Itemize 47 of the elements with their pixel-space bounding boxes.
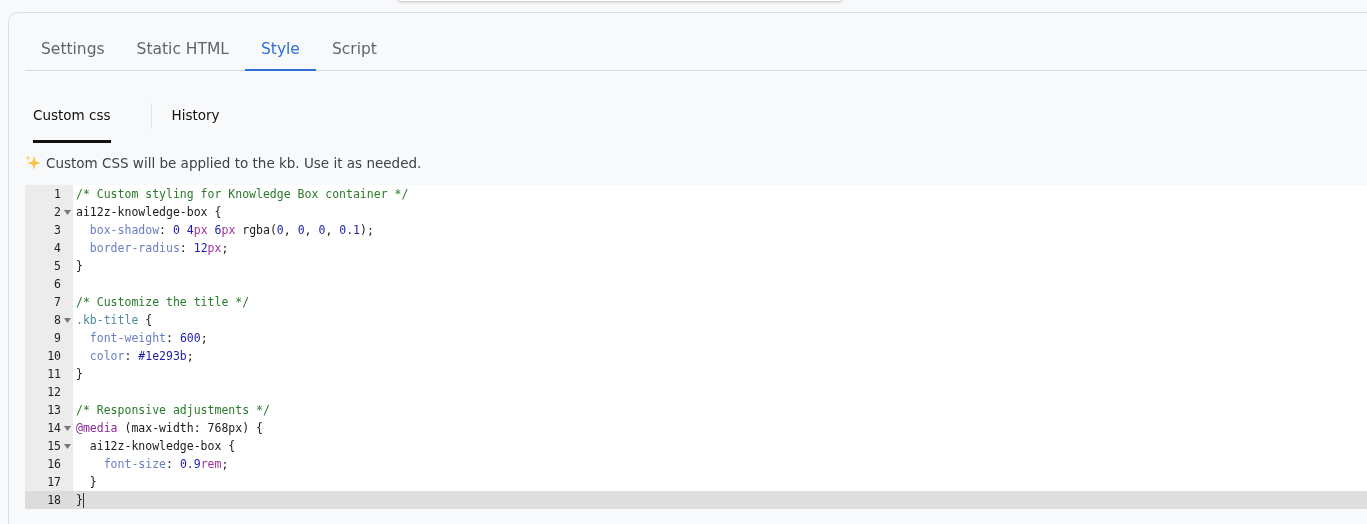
code-line: @media (max-width: 768px) { bbox=[76, 420, 263, 437]
code-line: } bbox=[76, 258, 83, 275]
code-line: font-size: 0.9rem; bbox=[102, 456, 229, 473]
line-number: 3 bbox=[54, 222, 61, 239]
code-line: } bbox=[76, 366, 83, 383]
tab[interactable]: Settings bbox=[25, 33, 121, 71]
sparkle-icon bbox=[25, 155, 41, 171]
tab[interactable]: Style bbox=[244, 33, 316, 71]
code-line: /* Custom styling for Knowledge Box container */ bbox=[76, 186, 409, 203]
hint-text: Custom CSS will be applied to the kb. Use it as needed. bbox=[46, 155, 422, 171]
line-number: 1 bbox=[54, 186, 61, 203]
fold-icon[interactable] bbox=[63, 425, 71, 431]
line-number: 14 bbox=[47, 420, 61, 437]
tab[interactable]: Script bbox=[315, 33, 393, 71]
code-line: ai12z-knowledge-box { bbox=[76, 204, 222, 221]
line-number: 15 bbox=[47, 438, 61, 455]
line-number: 7 bbox=[54, 294, 61, 311]
line-number: 6 bbox=[54, 276, 61, 293]
fold-icon[interactable] bbox=[63, 317, 71, 323]
line-number: 5 bbox=[54, 258, 61, 275]
line-number: 9 bbox=[54, 330, 61, 347]
code-line: box-shadow: 0 4px 6px rgba(0, 0, 0, 0.1); bbox=[88, 222, 374, 239]
code-line: font-weight: 600; bbox=[88, 330, 208, 347]
line-number: 4 bbox=[54, 240, 61, 257]
text-cursor bbox=[82, 492, 84, 508]
code-line: border-radius: 12px; bbox=[88, 240, 229, 257]
fold-icon[interactable] bbox=[63, 209, 71, 215]
code-line: ai12z-knowledge-box { bbox=[88, 438, 236, 455]
code-line: /* Customize the title */ bbox=[76, 294, 250, 311]
line-number: 12 bbox=[47, 384, 61, 401]
subtab[interactable]: Custom css bbox=[33, 95, 111, 143]
code-line: /* Responsive adjustments */ bbox=[76, 402, 270, 419]
tab[interactable]: Static HTML bbox=[120, 33, 245, 71]
code-line: color: #1e293b; bbox=[88, 348, 194, 365]
line-number: 10 bbox=[47, 348, 61, 365]
line-number: 8 bbox=[54, 312, 61, 329]
fold-icon[interactable] bbox=[63, 443, 71, 449]
line-number: 13 bbox=[47, 402, 61, 419]
line-number: 2 bbox=[54, 204, 61, 221]
code-line: } bbox=[88, 474, 97, 491]
subtab[interactable]: History bbox=[171, 95, 220, 143]
line-number: 17 bbox=[47, 474, 61, 491]
code-line: .kb-title { bbox=[76, 312, 153, 329]
line-number: 16 bbox=[47, 456, 61, 473]
code-line: } bbox=[76, 492, 83, 509]
line-number: 11 bbox=[47, 366, 61, 383]
line-number: 18 bbox=[47, 492, 61, 509]
